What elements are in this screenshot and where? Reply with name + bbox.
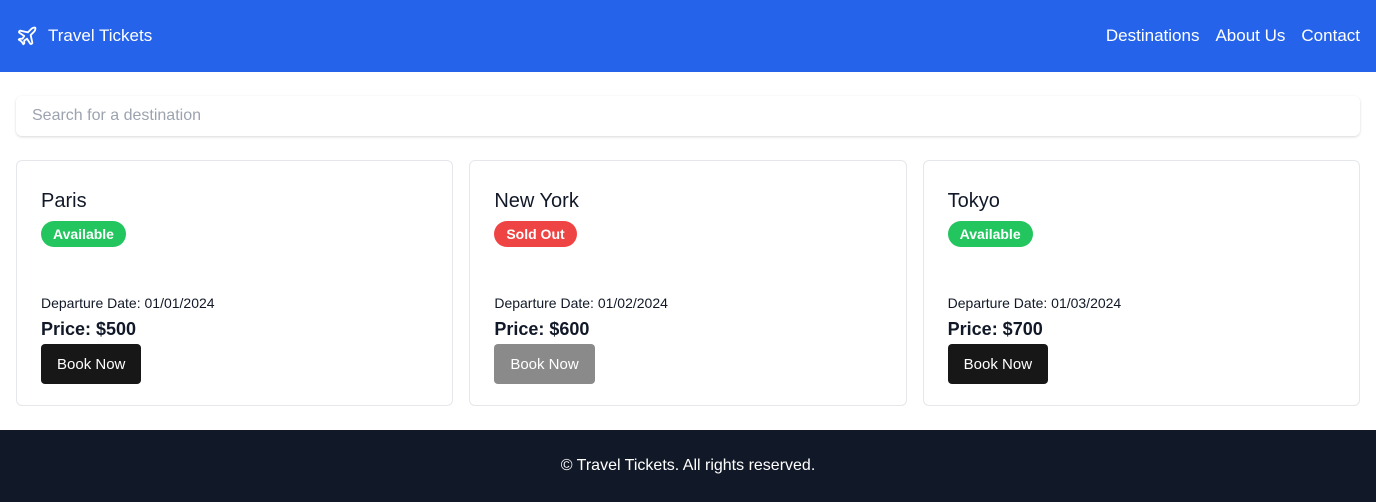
card-details: Departure Date: 01/01/2024 Price: $500 B…	[41, 294, 215, 384]
destination-list: Paris Available Departure Date: 01/01/20…	[16, 160, 1360, 406]
status-badge: Available	[947, 221, 1033, 247]
book-now-button[interactable]: Book Now	[41, 344, 142, 384]
destination-card-tokyo: Tokyo Available Departure Date: 01/03/20…	[922, 160, 1360, 406]
card-city: New York	[494, 190, 579, 212]
book-now-button[interactable]: Book Now	[947, 344, 1049, 384]
card-city: Tokyo	[947, 190, 1000, 212]
nav-about-us[interactable]: About Us	[1215, 26, 1285, 46]
departure-date: Departure Date: 01/02/2024	[494, 295, 668, 311]
copyright-text: © Travel Tickets. All rights reserved.	[560, 457, 816, 474]
card-details: Departure Date: 01/02/2024 Price: $600 B…	[494, 294, 668, 384]
nav-contact[interactable]: Contact	[1301, 26, 1360, 46]
site-footer: © Travel Tickets. All rights reserved.	[0, 430, 1376, 502]
airplane-icon	[16, 25, 38, 47]
brand-name: Travel Tickets	[48, 26, 153, 45]
price-label: Price: $700	[947, 319, 1043, 339]
site-header: Travel Tickets Destinations About Us Con…	[0, 0, 1376, 72]
main-nav: Destinations About Us Contact	[1106, 26, 1360, 46]
destination-card-new-york: New York Sold Out Departure Date: 01/02/…	[469, 160, 907, 406]
departure-date: Departure Date: 01/01/2024	[41, 295, 215, 311]
nav-destinations[interactable]: Destinations	[1106, 26, 1200, 46]
book-now-button[interactable]: Book Now	[494, 344, 595, 384]
price-label: Price: $600	[494, 319, 590, 339]
card-city: Paris	[41, 190, 87, 212]
status-badge: Available	[41, 221, 126, 247]
search-container	[16, 96, 1360, 136]
departure-date: Departure Date: 01/03/2024	[947, 295, 1122, 311]
price-label: Price: $500	[41, 319, 137, 339]
status-badge: Sold Out	[494, 221, 577, 247]
search-input[interactable]	[16, 96, 1360, 136]
destination-card-paris: Paris Available Departure Date: 01/01/20…	[16, 160, 454, 406]
brand-link[interactable]: Travel Tickets	[16, 25, 152, 47]
card-details: Departure Date: 01/03/2024 Price: $700 B…	[947, 294, 1122, 384]
